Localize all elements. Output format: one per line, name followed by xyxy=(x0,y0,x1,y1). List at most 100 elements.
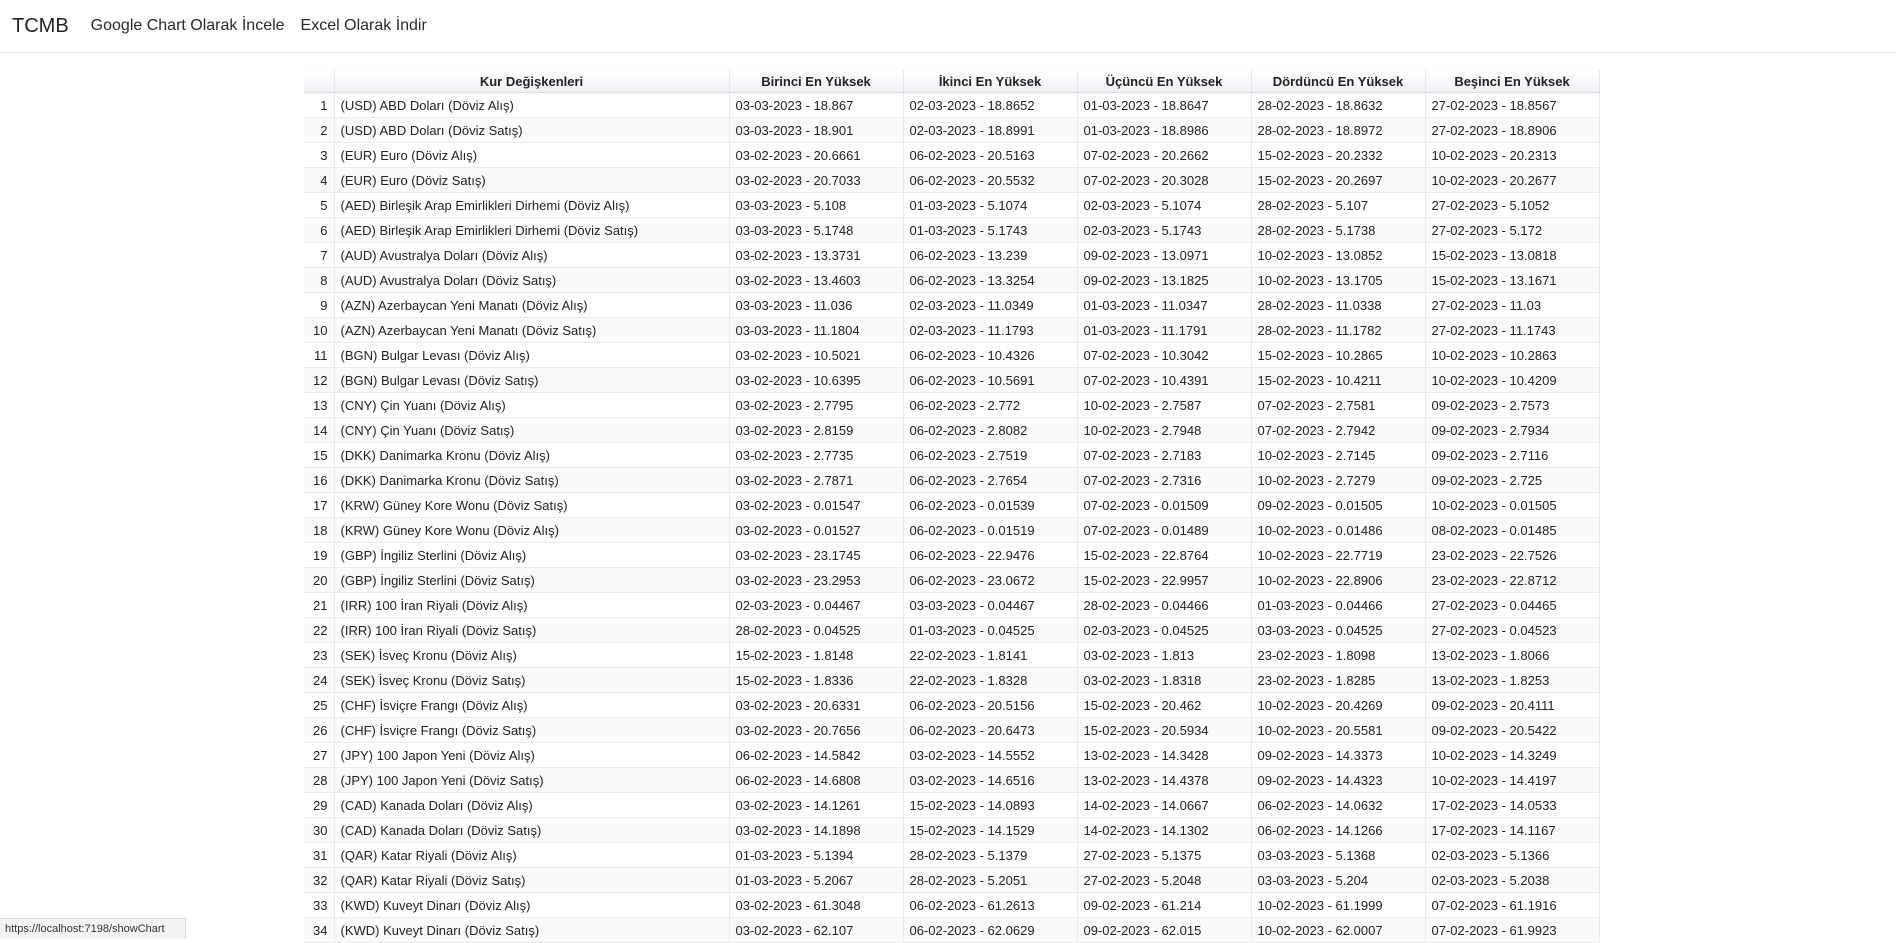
second-highest-cell: 02-03-2023 - 18.8652 xyxy=(903,92,1078,118)
third-highest-cell: 13-02-2023 - 14.3428 xyxy=(1077,742,1252,768)
fifth-highest-cell: 23-02-2023 - 22.8712 xyxy=(1425,567,1600,593)
second-highest-cell: 03-02-2023 - 14.5552 xyxy=(903,742,1078,768)
fifth-highest-cell: 27-02-2023 - 0.04523 xyxy=(1425,617,1600,643)
fourth-highest-cell: 15-02-2023 - 10.4211 xyxy=(1251,367,1426,393)
google-chart-link[interactable]: Google Chart Olarak İncele xyxy=(91,14,285,38)
excel-download-link[interactable]: Excel Olarak İndir xyxy=(301,14,427,38)
first-highest-cell: 03-02-2023 - 20.7033 xyxy=(729,167,904,193)
table-row[interactable]: 17 (KRW) Güney Kore Wonu (Döviz Satış) 03-… xyxy=(304,492,1600,518)
fifth-highest-cell: 27-02-2023 - 18.8567 xyxy=(1425,92,1600,118)
second-highest-cell: 06-02-2023 - 2.7519 xyxy=(903,442,1078,468)
second-highest-cell: 15-02-2023 - 14.0893 xyxy=(903,792,1078,818)
fifth-highest-cell: 09-02-2023 - 2.7934 xyxy=(1425,417,1600,443)
table-row[interactable]: 25 (CHF) İsviçre Frangı (Döviz Alış) 03-02… xyxy=(304,692,1600,718)
fifth-highest-cell: 10-02-2023 - 0.01505 xyxy=(1425,492,1600,518)
row-index-cell: 19 xyxy=(304,542,335,568)
first-highest-cell: 03-02-2023 - 2.7871 xyxy=(729,467,904,493)
table-row[interactable]: 13 (CNY) Çin Yuanı (Döviz Alış) 03-02-2023… xyxy=(304,392,1600,418)
table-row[interactable]: 5 (AED) Birleşik Arap Emirlikleri Dirhemi… xyxy=(304,192,1600,218)
currency-name-cell: (IRR) 100 İran Riyali (Döviz Alış) xyxy=(334,592,730,618)
fifth-highest-cell: 17-02-2023 - 14.1167 xyxy=(1425,817,1600,843)
table-row[interactable]: 1 (USD) ABD Doları (Döviz Alış) 03-03-2023… xyxy=(304,92,1600,118)
fifth-highest-cell: 27-02-2023 - 5.172 xyxy=(1425,217,1600,243)
currency-name-cell: (AZN) Azerbaycan Yeni Manatı (Döviz Satı… xyxy=(334,317,730,343)
table-row[interactable]: 11 (BGN) Bulgar Levası (Döviz Alış) 03-02-… xyxy=(304,342,1600,368)
table-row[interactable]: 31 (QAR) Katar Riyali (Döviz Alış) 01-03-2… xyxy=(304,842,1600,868)
table-row[interactable]: 20 (GBP) İngiliz Sterlini (Döviz Satış) 03… xyxy=(304,567,1600,593)
row-index-cell: 22 xyxy=(304,617,335,643)
third-highest-cell: 10-02-2023 - 2.7587 xyxy=(1077,392,1252,418)
header-index[interactable] xyxy=(304,70,335,93)
table-row[interactable]: 16 (DKK) Danimarka Kronu (Döviz Satış) 03-… xyxy=(304,467,1600,493)
row-index-cell: 27 xyxy=(304,742,335,768)
third-highest-cell: 27-02-2023 - 5.2048 xyxy=(1077,867,1252,893)
header-fifth-highest[interactable]: Beşinci En Yüksek xyxy=(1425,70,1600,93)
header-currency[interactable]: Kur Değişkenleri xyxy=(334,70,730,93)
table-row[interactable]: 2 (USD) ABD Doları (Döviz Satış) 03-03-202… xyxy=(304,117,1600,143)
table-row[interactable]: 8 (AUD) Avustralya Doları (Döviz Satış) 03… xyxy=(304,267,1600,293)
row-index-cell: 23 xyxy=(304,642,335,668)
table-row[interactable]: 26 (CHF) İsviçre Frangı (Döviz Satış) 03-0… xyxy=(304,717,1600,743)
second-highest-cell: 06-02-2023 - 22.9476 xyxy=(903,542,1078,568)
table-row[interactable]: 14 (CNY) Çin Yuanı (Döviz Satış) 03-02-202… xyxy=(304,417,1600,443)
row-index-cell: 24 xyxy=(304,667,335,693)
currency-name-cell: (USD) ABD Doları (Döviz Alış) xyxy=(334,92,730,118)
fourth-highest-cell: 06-02-2023 - 14.0632 xyxy=(1251,792,1426,818)
table-row[interactable]: 30 (CAD) Kanada Doları (Döviz Satış) 03-02… xyxy=(304,817,1600,843)
first-highest-cell: 03-02-2023 - 14.1261 xyxy=(729,792,904,818)
table-row[interactable]: 24 (SEK) İsveç Kronu (Döviz Satış) 15-02-2… xyxy=(304,667,1600,693)
table-row[interactable]: 19 (GBP) İngiliz Sterlini (Döviz Alış) 03-… xyxy=(304,542,1600,568)
table-row[interactable]: 9 (AZN) Azerbaycan Yeni Manatı (Döviz Alı… xyxy=(304,292,1600,318)
fifth-highest-cell: 10-02-2023 - 14.4197 xyxy=(1425,767,1600,793)
third-highest-cell: 07-02-2023 - 0.01509 xyxy=(1077,492,1252,518)
fifth-highest-cell: 09-02-2023 - 20.5422 xyxy=(1425,717,1600,743)
third-highest-cell: 02-03-2023 - 5.1743 xyxy=(1077,217,1252,243)
row-index-cell: 31 xyxy=(304,842,335,868)
first-highest-cell: 15-02-2023 - 1.8336 xyxy=(729,667,904,693)
fifth-highest-cell: 10-02-2023 - 20.2313 xyxy=(1425,142,1600,168)
row-index-cell: 10 xyxy=(304,317,335,343)
table-row[interactable]: 33 (KWD) Kuveyt Dinarı (Döviz Alış) 03-02-… xyxy=(304,892,1600,918)
table-row[interactable]: 18 (KRW) Güney Kore Wonu (Döviz Alış) 03-0… xyxy=(304,517,1600,543)
header-second-highest[interactable]: İkinci En Yüksek xyxy=(903,70,1078,93)
table-row[interactable]: 12 (BGN) Bulgar Levası (Döviz Satış) 03-02… xyxy=(304,367,1600,393)
table-row[interactable]: 7 (AUD) Avustralya Doları (Döviz Alış) 03-… xyxy=(304,242,1600,268)
table-row[interactable]: 22 (IRR) 100 İran Riyali (Döviz Satış) 28-… xyxy=(304,617,1600,643)
brand-link[interactable]: TCMB xyxy=(12,13,69,39)
currency-name-cell: (JPY) 100 Japon Yeni (Döviz Satış) xyxy=(334,767,730,793)
fourth-highest-cell: 28-02-2023 - 18.8972 xyxy=(1251,117,1426,143)
row-index-cell: 14 xyxy=(304,417,335,443)
third-highest-cell: 15-02-2023 - 22.8764 xyxy=(1077,542,1252,568)
row-index-cell: 5 xyxy=(304,192,335,218)
first-highest-cell: 03-02-2023 - 61.3048 xyxy=(729,892,904,918)
first-highest-cell: 03-02-2023 - 20.6661 xyxy=(729,142,904,168)
fifth-highest-cell: 27-02-2023 - 11.03 xyxy=(1425,292,1600,318)
table-row[interactable]: 21 (IRR) 100 İran Riyali (Döviz Alış) 02-0… xyxy=(304,592,1600,618)
second-highest-cell: 06-02-2023 - 13.3254 xyxy=(903,267,1078,293)
table-row[interactable]: 6 (AED) Birleşik Arap Emirlikleri Dirhemi… xyxy=(304,217,1600,243)
header-fourth-highest[interactable]: Dördüncü En Yüksek xyxy=(1251,70,1426,93)
table-row[interactable]: 32 (QAR) Katar Riyali (Döviz Satış) 01-03-… xyxy=(304,867,1600,893)
first-highest-cell: 28-02-2023 - 0.04525 xyxy=(729,617,904,643)
first-highest-cell: 03-02-2023 - 13.4603 xyxy=(729,267,904,293)
table-row[interactable]: 27 (JPY) 100 Japon Yeni (Döviz Alış) 06-02… xyxy=(304,742,1600,768)
table-row[interactable]: 10 (AZN) Azerbaycan Yeni Manatı (Döviz Sa… xyxy=(304,317,1600,343)
fifth-highest-cell: 10-02-2023 - 10.4209 xyxy=(1425,367,1600,393)
table-row[interactable]: 29 (CAD) Kanada Doları (Döviz Alış) 03-02-… xyxy=(304,792,1600,818)
first-highest-cell: 03-02-2023 - 0.01547 xyxy=(729,492,904,518)
table-row[interactable]: 28 (JPY) 100 Japon Yeni (Döviz Satış) 06-0… xyxy=(304,767,1600,793)
third-highest-cell: 15-02-2023 - 22.9957 xyxy=(1077,567,1252,593)
table-row[interactable]: 15 (DKK) Danimarka Kronu (Döviz Alış) 03-0… xyxy=(304,442,1600,468)
fourth-highest-cell: 28-02-2023 - 11.1782 xyxy=(1251,317,1426,343)
first-highest-cell: 03-03-2023 - 11.036 xyxy=(729,292,904,318)
header-first-highest[interactable]: Birinci En Yüksek xyxy=(729,70,904,93)
fourth-highest-cell: 07-02-2023 - 2.7942 xyxy=(1251,417,1426,443)
table-row[interactable]: 4 (EUR) Euro (Döviz Satış) 03-02-2023 - 20… xyxy=(304,167,1600,193)
header-third-highest[interactable]: Üçüncü En Yüksek xyxy=(1077,70,1252,93)
table-row[interactable]: 3 (EUR) Euro (Döviz Alış) 03-02-2023 - 20.… xyxy=(304,142,1600,168)
first-highest-cell: 02-03-2023 - 0.04467 xyxy=(729,592,904,618)
row-index-cell: 20 xyxy=(304,567,335,593)
fifth-highest-cell: 17-02-2023 - 14.0533 xyxy=(1425,792,1600,818)
table-row[interactable]: 23 (SEK) İsveç Kronu (Döviz Alış) 15-02-20… xyxy=(304,642,1600,668)
fifth-highest-cell: 02-03-2023 - 5.2038 xyxy=(1425,867,1600,893)
